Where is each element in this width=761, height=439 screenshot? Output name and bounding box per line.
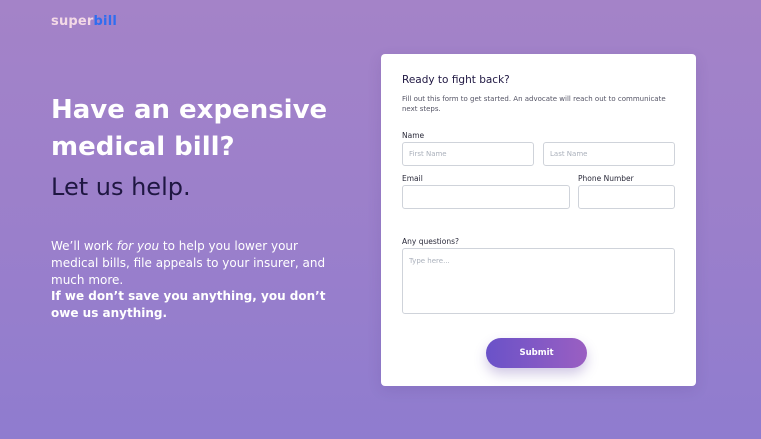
last-name-input[interactable] <box>543 142 675 166</box>
questions-textarea[interactable] <box>402 248 675 314</box>
brand-logo[interactable]: superbill <box>51 14 117 29</box>
hero-guarantee: If we don’t save you anything, you don’t… <box>51 289 326 321</box>
phone-label: Phone Number <box>578 174 634 183</box>
name-label: Name <box>402 131 425 140</box>
email-label: Email <box>402 174 423 183</box>
email-input[interactable] <box>402 185 570 209</box>
hero-description-start: We’ll work <box>51 239 117 253</box>
hero-subtitle: Let us help. <box>51 173 191 201</box>
brand-logo-part-1: super <box>51 14 94 29</box>
brand-logo-part-2: bill <box>93 14 118 29</box>
submit-button[interactable]: Submit <box>486 338 587 368</box>
questions-label: Any questions? <box>402 237 459 246</box>
hero-title: Have an expensive medical bill? <box>51 95 328 162</box>
hero-description: We’ll work for you to help you lower you… <box>51 238 341 322</box>
phone-input[interactable] <box>578 185 675 209</box>
form-title: Ready to fight back? <box>402 74 510 86</box>
form-description: Fill out this form to get started. An ad… <box>402 95 666 113</box>
contact-form: Ready to fight back? Fill out this form … <box>381 54 696 386</box>
hero-description-emphasis: for you <box>116 239 160 253</box>
first-name-input[interactable] <box>402 142 534 166</box>
